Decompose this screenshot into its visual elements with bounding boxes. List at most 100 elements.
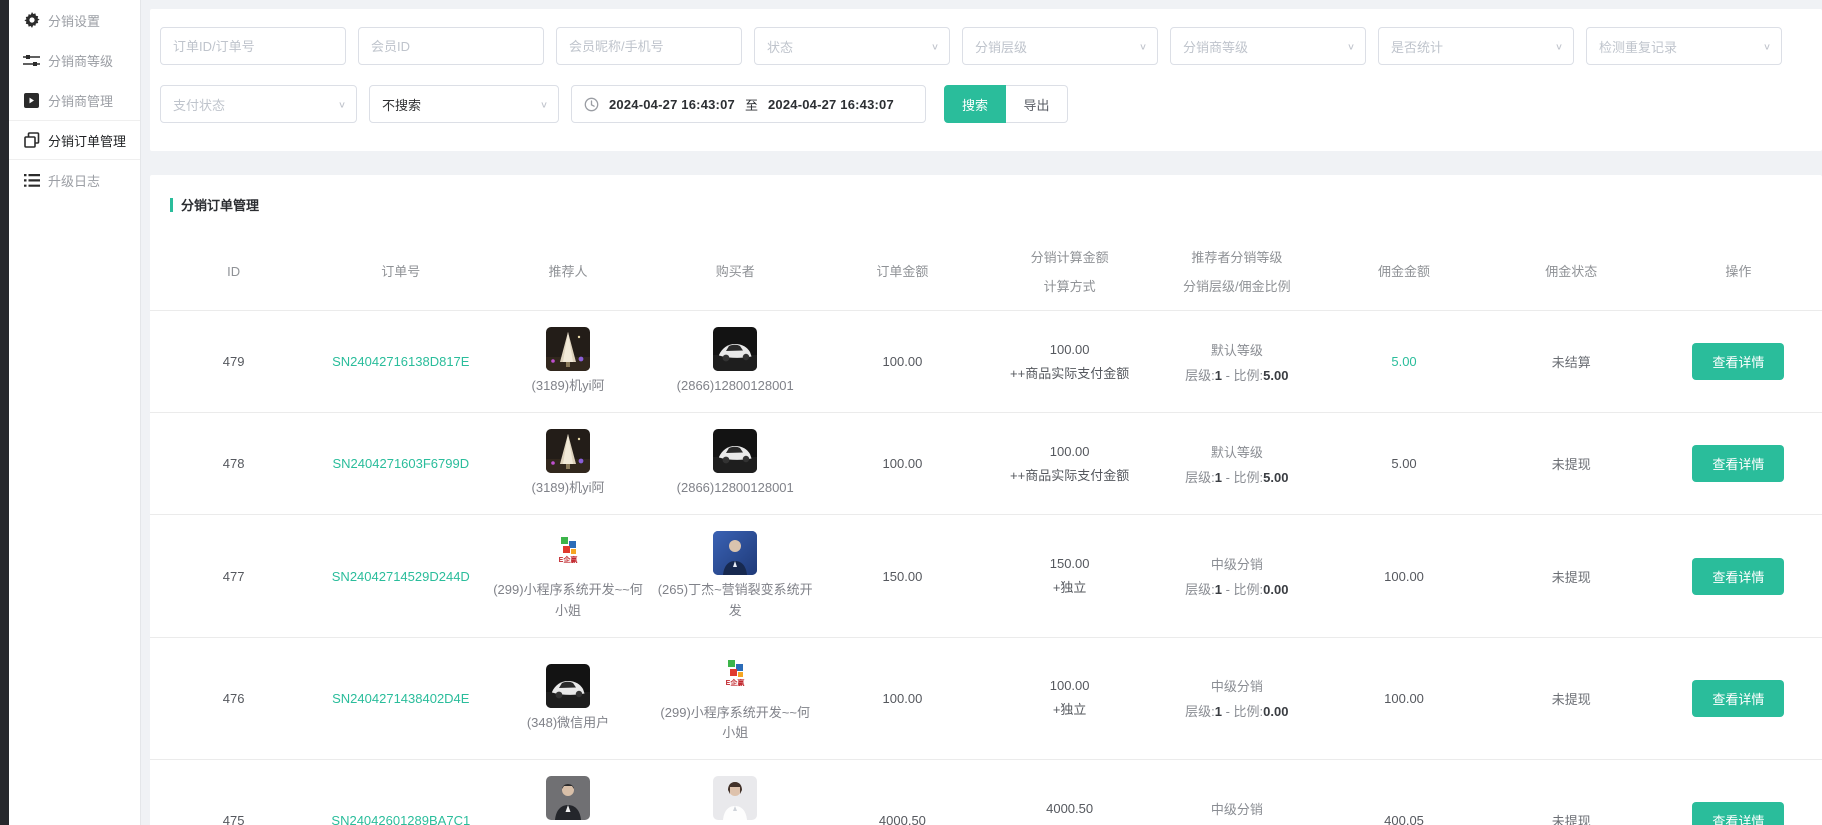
table-row: 478SN2404271603F6799D(3189)机yi阿(2866)128… <box>150 412 1822 514</box>
is-count-select[interactable]: 是否统计∨ <box>1378 27 1574 65</box>
level-cell: 中级分销层级:1 - 比例:10.00 <box>1153 799 1320 825</box>
buyer-avatar[interactable] <box>713 429 757 473</box>
status-select[interactable]: 状态∨ <box>754 27 950 65</box>
collapsed-main-menu-strip <box>0 0 9 825</box>
sidebar-item-label: 分销订单管理 <box>48 131 126 150</box>
view-detail-button[interactable]: 查看详情 <box>1692 558 1784 595</box>
calc-method: +独立 <box>1053 699 1087 718</box>
order-no-link[interactable]: SN2404271438402D4E <box>332 691 469 706</box>
column-header: 佣金金额 <box>1320 250 1487 294</box>
search-mode-select[interactable]: 不搜索 ∨ <box>369 85 559 123</box>
table-row: 476SN2404271438402D4E(348)微信用户E企赢(299)小程… <box>150 637 1822 759</box>
calc-cell: 4000.50+独立 <box>986 801 1153 825</box>
level-detail: 层级:1 - 比例:0.00 <box>1185 701 1288 720</box>
level-detail: 层级:1 - 比例:5.00 <box>1185 467 1288 486</box>
view-detail-button[interactable]: 查看详情 <box>1692 343 1784 380</box>
sidebar-nav: 分销设置分销商等级分销商管理分销订单管理升级日志 <box>9 0 140 200</box>
sidebar: 分销设置分销商等级分销商管理分销订单管理升级日志 <box>9 0 141 825</box>
order-id-input[interactable] <box>160 27 346 65</box>
chevron-down-icon: ∨ <box>1555 41 1563 51</box>
referrer-avatar[interactable] <box>546 429 590 473</box>
buyer-name: (2866)12800128001 <box>677 376 794 396</box>
duplicate-check-select[interactable]: 检测重复记录∨ <box>1586 27 1782 65</box>
date-range-picker[interactable]: 2024-04-27 16:43:07 至 2024-04-27 16:43:0… <box>571 85 926 123</box>
referrer-avatar[interactable] <box>546 776 590 820</box>
order-no-cell: SN24042601289BA7C1 <box>317 813 484 825</box>
order-id: 477 <box>150 569 317 584</box>
referrer-name: (348)微信用户 <box>527 713 609 733</box>
column-header: 订单金额 <box>819 250 986 294</box>
date-start-value: 2024-04-27 16:43:07 <box>609 97 735 112</box>
calc-cell: 100.00+独立 <box>986 678 1153 718</box>
level-name: 默认等级 <box>1211 442 1263 461</box>
level-cell: 中级分销层级:1 - 比例:0.00 <box>1153 554 1320 598</box>
level-detail: 层级:1 - 比例:0.00 <box>1185 579 1288 598</box>
buyer-avatar[interactable] <box>713 327 757 371</box>
level-cell: 默认等级层级:1 - 比例:5.00 <box>1153 442 1320 486</box>
sidebar-item-分销订单管理[interactable]: 分销订单管理 <box>9 120 140 160</box>
buyer-avatar[interactable] <box>713 531 757 575</box>
referrer-cell: E企赢(299)小程序系统开发~~何小姐 <box>484 531 651 620</box>
table-header-row: ID订单号推荐人购买者订单金额分销计算金额计算方式推荐者分销等级分销层级/佣金比… <box>150 236 1822 310</box>
action-cell: 查看详情 <box>1655 802 1822 825</box>
calc-cell: 100.00++商品实际支付金额 <box>986 444 1153 484</box>
action-cell: 查看详情 <box>1655 680 1822 717</box>
commission-amount: 400.05 <box>1320 813 1487 825</box>
referrer-cell: (3189)机yi阿 <box>484 429 651 498</box>
sidebar-item-升级日志[interactable]: 升级日志 <box>9 160 140 200</box>
view-detail-button[interactable]: 查看详情 <box>1692 802 1784 825</box>
svg-text:E企赢: E企赢 <box>726 678 745 687</box>
select-placeholder: 分销层级 <box>975 37 1027 56</box>
sidebar-item-分销设置[interactable]: 分销设置 <box>9 0 140 40</box>
referrer-name: (3189)机yi阿 <box>532 478 605 498</box>
search-button[interactable]: 搜索 <box>944 85 1006 123</box>
commission-amount: 5.00 <box>1320 354 1487 369</box>
member-id-input[interactable] <box>358 27 544 65</box>
order-no-link[interactable]: SN24042601289BA7C1 <box>331 813 470 825</box>
calc-amount: 100.00 <box>1050 342 1090 357</box>
referrer-avatar[interactable]: E企赢 <box>546 531 590 575</box>
pay-status-select[interactable]: 支付状态 ∨ <box>160 85 357 123</box>
sidebar-item-分销商等级[interactable]: 分销商等级 <box>9 40 140 80</box>
calc-amount: 150.00 <box>1050 556 1090 571</box>
level-name: 默认等级 <box>1211 340 1263 359</box>
export-button[interactable]: 导出 <box>1006 85 1068 123</box>
date-end-value: 2024-04-27 16:43:07 <box>768 97 894 112</box>
view-detail-button[interactable]: 查看详情 <box>1692 680 1784 717</box>
order-no-link[interactable]: SN24042714529D244D <box>332 569 470 584</box>
column-header: 购买者 <box>652 250 819 294</box>
order-id: 475 <box>150 813 317 825</box>
level-name: 中级分销 <box>1211 676 1263 695</box>
column-header: 操作 <box>1655 250 1822 294</box>
referrer-avatar[interactable] <box>546 327 590 371</box>
share-square-icon <box>23 92 40 109</box>
calc-amount: 100.00 <box>1050 444 1090 459</box>
member-nickname-input[interactable] <box>556 27 742 65</box>
sidebar-item-分销商管理[interactable]: 分销商管理 <box>9 80 140 120</box>
order-id: 479 <box>150 354 317 369</box>
buyer-avatar[interactable]: E企赢 <box>713 654 757 698</box>
table-row: 477 SN24042714529D244D E企赢(299)小程序系统开发~~何小… <box>150 514 1822 636</box>
distributor-grade-select[interactable]: 分销商等级∨ <box>1170 27 1366 65</box>
chevron-down-icon: ∨ <box>931 41 939 51</box>
level-select[interactable]: 分销层级∨ <box>962 27 1158 65</box>
action-cell: 查看详情 <box>1655 558 1822 595</box>
referrer-avatar[interactable] <box>546 664 590 708</box>
order-id: 478 <box>150 456 317 471</box>
commission-status: 未提现 <box>1488 567 1655 586</box>
sidebar-item-label: 分销商等级 <box>48 51 113 70</box>
table-body: 479 SN24042716138D817E (3189)机yi阿 (2866)128… <box>150 310 1822 825</box>
order-amount: 100.00 <box>819 691 986 706</box>
action-cell: 查看详情 <box>1655 343 1822 380</box>
order-no-link[interactable]: SN24042716138D817E <box>332 354 469 369</box>
order-no-link[interactable]: SN2404271603F6799D <box>333 456 470 471</box>
view-detail-button[interactable]: 查看详情 <box>1692 445 1784 482</box>
buyer-avatar[interactable] <box>713 776 757 820</box>
svg-text:E企赢: E企赢 <box>559 555 578 564</box>
column-header: 推荐人 <box>484 250 651 294</box>
order-id: 476 <box>150 691 317 706</box>
gear-icon <box>23 12 40 29</box>
pay-status-placeholder: 支付状态 <box>173 95 225 114</box>
commission-status: 未提现 <box>1488 454 1655 473</box>
order-amount: 4000.50 <box>819 813 986 825</box>
